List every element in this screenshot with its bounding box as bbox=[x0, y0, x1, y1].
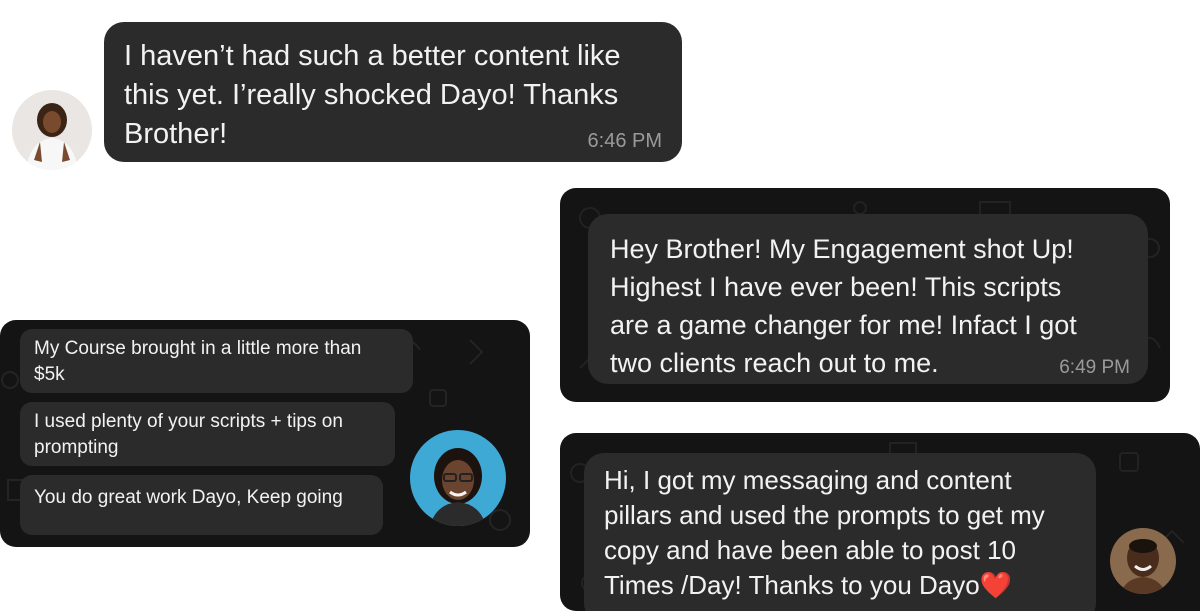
avatar-woman-glasses bbox=[410, 430, 506, 526]
message-line-1: Hi, I got my messaging and content bbox=[604, 465, 1012, 495]
message-line-2: prompting bbox=[34, 437, 119, 458]
message-bubble-1: I haven’t had such a better content like… bbox=[104, 22, 682, 162]
chat-screenshot-panel-4: Hi, I got my messaging and content pilla… bbox=[560, 433, 1200, 611]
message-line-2: this yet. I’really shocked Dayo! Thanks bbox=[124, 79, 619, 111]
message-line-3: copy and have been able to post 10 bbox=[604, 535, 1016, 565]
message-line-1: I used plenty of your scripts + tips on bbox=[34, 411, 343, 432]
message-line-1: I haven’t had such a better content like bbox=[124, 40, 621, 72]
message-bubble-2: Hey Brother! My Engagement shot Up! High… bbox=[588, 214, 1148, 384]
message-line-4: Times /Day! Thanks to you Dayo❤️ bbox=[604, 568, 1012, 603]
chat-screenshot-panel-2: Hey Brother! My Engagement shot Up! High… bbox=[560, 188, 1170, 402]
message-bubble-3a: My Course brought in a little more than … bbox=[20, 329, 413, 393]
message-bubble-3b: I used plenty of your scripts + tips on … bbox=[20, 402, 395, 466]
chat-screenshot-panel-3: My Course brought in a little more than … bbox=[0, 320, 530, 547]
message-line-3: Brother! bbox=[124, 118, 228, 150]
message-line-1: You do great work Dayo, Keep going bbox=[34, 487, 343, 508]
avatar-man-smiling bbox=[1110, 528, 1176, 594]
message-line-1: My Course brought in a little more than bbox=[34, 338, 362, 359]
timestamp: 6:46 PM bbox=[587, 130, 662, 152]
heart-emoji-icon: ❤️ bbox=[979, 570, 1013, 600]
message-line-2: pillars and used the prompts to get my bbox=[604, 500, 1045, 530]
timestamp: 6:49 PM bbox=[1059, 357, 1130, 378]
message-line-2: $5k bbox=[34, 364, 65, 385]
message-line-4: two clients reach out to me. bbox=[610, 348, 939, 378]
message-line-1: Hey Brother! My Engagement shot Up! bbox=[610, 234, 1074, 264]
message-line-2: Highest I have ever been! This scripts bbox=[610, 272, 1062, 302]
message-bubble-4: Hi, I got my messaging and content pilla… bbox=[584, 453, 1096, 611]
message-line-4-text: Times /Day! Thanks to you Dayo bbox=[604, 570, 980, 600]
message-line-3: are a game changer for me! Infact I got bbox=[610, 310, 1077, 340]
message-bubble-3c: You do great work Dayo, Keep going bbox=[20, 475, 383, 535]
avatar-woman-white-outfit bbox=[12, 90, 92, 170]
